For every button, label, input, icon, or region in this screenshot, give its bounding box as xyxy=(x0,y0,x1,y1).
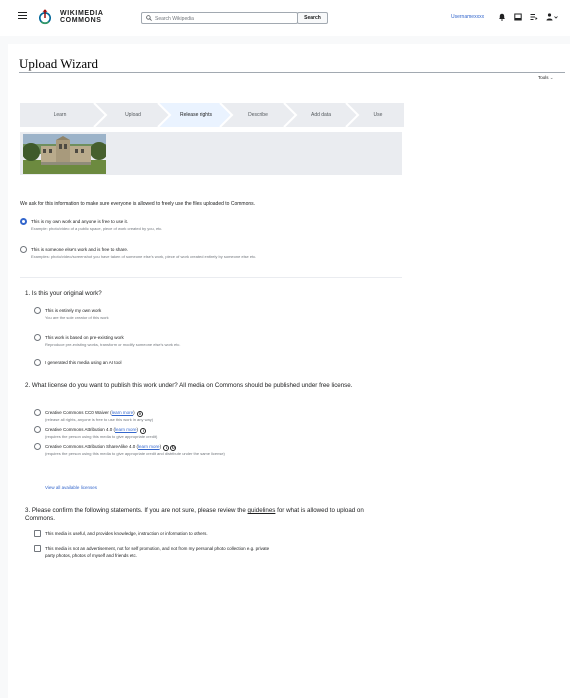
username-link[interactable]: Usernamexxxx xyxy=(451,14,484,20)
cc0-learn-more-link[interactable]: learn more xyxy=(112,410,134,415)
cc0-sub: (release all rights, anyone is free to u… xyxy=(45,417,154,422)
section-divider xyxy=(20,277,402,278)
someone-else-radio[interactable] xyxy=(20,246,27,253)
user-menu-icon[interactable] xyxy=(546,13,558,21)
someone-else-label: This is someone else's work and is free … xyxy=(31,246,129,252)
cc-by-sa-radio[interactable] xyxy=(34,443,41,450)
q1-own-radio[interactable] xyxy=(34,307,41,314)
step-describe: Describe xyxy=(248,112,268,118)
q1-pre-existing-radio[interactable] xyxy=(34,334,41,341)
cc-by-sa-label-row: Creative Commons Attribution ShareAlike … xyxy=(45,443,177,451)
question-license: 2. What license do you want to publish t… xyxy=(25,382,353,389)
cc-by-label-row: Creative Commons Attribution 4.0 (learn … xyxy=(45,426,147,434)
title-divider xyxy=(19,72,565,73)
cc0-label: Creative Commons CC0 Waiver xyxy=(45,409,109,415)
top-header: WIKIMEDIA COMMONS Search Wikipedia Searc… xyxy=(0,0,570,36)
own-work-label: This is my own work and anyone is free t… xyxy=(31,218,129,224)
page-title: Upload Wizard xyxy=(19,56,99,71)
step-upload: Upload xyxy=(125,112,141,118)
upload-preview xyxy=(20,132,402,175)
search-icon xyxy=(146,15,152,21)
cc0-label-row: Creative Commons CC0 Waiver (learn more)… xyxy=(45,409,143,417)
cc-attribution-icon: i xyxy=(163,444,170,451)
useful-label: This media is useful, and provides knowl… xyxy=(45,530,208,536)
cc-by-sa-learn-more-link[interactable]: learn more xyxy=(138,444,160,449)
q3-title-before: 3. Please confirm the following statemen… xyxy=(25,507,248,514)
q1-ai-radio[interactable] xyxy=(34,359,41,366)
search-placeholder: Search Wikipedia xyxy=(155,15,194,22)
inbox-icon[interactable] xyxy=(514,13,522,21)
wordmark-line-1: WIKIMEDIA xyxy=(60,10,104,17)
useful-checkbox[interactable] xyxy=(34,530,41,537)
question-original-work: 1. Is this your original work? xyxy=(25,290,102,297)
search-box[interactable]: Search Wikipedia xyxy=(141,12,298,24)
cc-by-sa-label: Creative Commons Attribution ShareAlike … xyxy=(45,443,136,449)
step-learn: Learn xyxy=(53,112,67,118)
tools-label: Tools xyxy=(538,75,549,80)
own-work-example: Example: photo/video of a public space, … xyxy=(31,226,163,231)
tools-menu[interactable]: Tools ⌄ xyxy=(538,75,554,81)
wordmark-line-2: COMMONS xyxy=(60,17,102,24)
content-area: Upload Wizard Tools ⌄ Learn Upload Relea… xyxy=(8,44,570,698)
wikimedia-commons-logo[interactable] xyxy=(38,9,52,25)
q1-own-label: This is entirely my own work xyxy=(45,307,102,313)
q1-own-sub: You are the sole creator of this work xyxy=(45,315,109,320)
wordmark: WIKIMEDIA COMMONS xyxy=(60,10,104,24)
q1-pre-existing-sub: Reproduce pre-existing works, transform … xyxy=(45,342,181,347)
cc-by-learn-more-link[interactable]: learn more xyxy=(115,427,137,432)
cc-by-sa-sub: (requires the person using this media to… xyxy=(45,451,225,456)
cc-by-radio[interactable] xyxy=(34,426,41,433)
cc0-radio[interactable] xyxy=(34,409,41,416)
question-confirm: 3. Please confirm the following statemen… xyxy=(25,507,385,523)
search-button[interactable]: Search xyxy=(297,12,328,24)
not-advertisement-checkbox[interactable] xyxy=(34,545,41,552)
chevron-down-icon: ⌄ xyxy=(549,75,554,80)
cc-sharealike-icon: ↻ xyxy=(170,444,177,451)
step-release-rights: Release rights xyxy=(180,112,212,118)
q1-pre-existing-label: This work is based on pre-existing work xyxy=(45,334,124,340)
uploaded-image-thumbnail[interactable] xyxy=(23,134,106,174)
not-advertisement-label-continued: party photos, photos of myself and frien… xyxy=(45,552,138,558)
guidelines-link[interactable]: guidelines xyxy=(248,507,276,514)
step-use: Use xyxy=(373,112,383,118)
q1-ai-label: I generated this media using an AI tool xyxy=(45,359,122,365)
own-work-radio[interactable] xyxy=(20,218,27,225)
cc-by-label: Creative Commons Attribution 4.0 xyxy=(45,426,113,432)
someone-else-example: Examples: photo/video/screenshot you hav… xyxy=(31,254,257,259)
menu-icon[interactable] xyxy=(18,12,27,19)
not-advertisement-label: This media is not an advertisement, not … xyxy=(45,545,270,551)
watchlist-icon[interactable] xyxy=(530,13,538,21)
cc-by-sub: (requires the person using this media to… xyxy=(45,434,158,439)
step-add-data: Add data xyxy=(310,112,332,118)
intro-text: We ask for this information to make sure… xyxy=(20,201,256,207)
wizard-steps: Learn Upload Release rights Describe Add… xyxy=(20,103,404,127)
cc-zero-icon: 0 xyxy=(136,410,143,417)
cc-attribution-icon: i xyxy=(140,427,147,434)
view-all-licenses-link[interactable]: View all available licenses xyxy=(45,485,97,490)
bell-icon[interactable] xyxy=(498,13,506,21)
